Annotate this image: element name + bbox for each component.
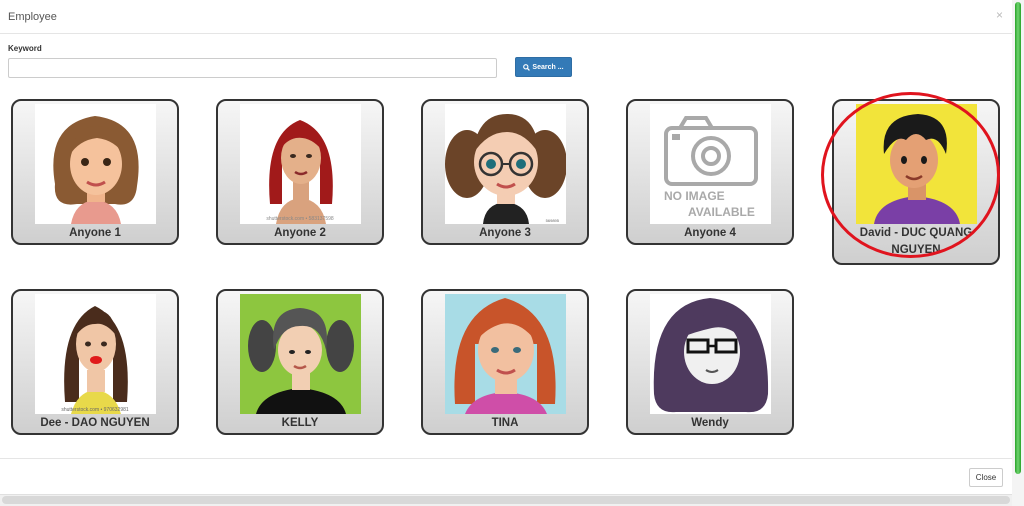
employee-card-kelly[interactable]: KELLY (216, 289, 384, 435)
avatar-photo: NO IMAGE AVAILABLE (650, 104, 771, 224)
avatar-photo: shutterstock.com • 583137598 (240, 104, 361, 224)
employee-card-anyone-2[interactable]: shutterstock.com • 583137598 Anyone 2 (216, 99, 384, 245)
horizontal-scrollbar-thumb[interactable] (2, 496, 1010, 504)
no-image-text-2: AVAILABLE (688, 205, 755, 219)
employee-card-wendy[interactable]: Wendy (626, 289, 794, 435)
search-icon (523, 63, 531, 71)
employee-name: Anyone 1 (69, 227, 121, 239)
keyword-input[interactable] (8, 58, 497, 78)
no-image-text: NO IMAGE (664, 189, 725, 203)
photo-watermark: 569895 (546, 218, 560, 223)
employee-name: Anyone 2 (274, 227, 326, 239)
dialog-close-x[interactable]: × (996, 8, 1003, 22)
photo-watermark: shutterstock.com • 970632981 (61, 407, 129, 413)
employee-card-david[interactable]: David - DUC QUANG NGUYEN (832, 99, 1000, 265)
employee-dialog: Employee × Keyword Search ... Anyone 1 s… (0, 0, 1012, 506)
search-button-label: Search ... (532, 63, 564, 71)
employee-name: Dee - DAO NGUYEN (40, 417, 150, 429)
employee-card-anyone-4[interactable]: NO IMAGE AVAILABLE Anyone 4 (626, 99, 794, 245)
dialog-header: Employee × (0, 0, 1012, 34)
avatar-photo (35, 104, 156, 224)
employee-name: KELLY (281, 417, 319, 429)
dialog-title: Employee (8, 11, 57, 23)
employee-card-anyone-1[interactable]: Anyone 1 (11, 99, 179, 245)
keyword-label: Keyword (8, 44, 42, 53)
employee-card-anyone-3[interactable]: 569895 Anyone 3 (421, 99, 589, 245)
employee-name-line-2: NGUYEN (891, 244, 941, 256)
employee-card-tina[interactable]: TINA (421, 289, 589, 435)
search-button[interactable]: Search ... (515, 57, 572, 77)
avatar-photo (445, 294, 566, 414)
avatar-photo: shutterstock.com • 970632981 (35, 294, 156, 414)
employee-name: TINA (491, 417, 519, 429)
employee-name-line-1: David - DUC QUANG (859, 227, 973, 239)
employee-name: David - DUC QUANG NGUYEN (834, 225, 998, 259)
employee-name: Anyone 4 (684, 227, 736, 239)
avatar-photo (240, 294, 361, 414)
dialog-footer (0, 458, 1012, 492)
avatar-photo: 569895 (445, 104, 566, 224)
employee-name: Anyone 3 (479, 227, 531, 239)
avatar-photo (650, 294, 771, 414)
employee-card-dee[interactable]: shutterstock.com • 970632981 Dee - DAO N… (11, 289, 179, 435)
photo-watermark: shutterstock.com • 583137598 (266, 216, 334, 222)
vertical-scrollbar-thumb[interactable] (1015, 2, 1021, 474)
avatar-photo (856, 104, 977, 224)
close-button[interactable]: Close (969, 468, 1003, 487)
employee-name: Wendy (691, 417, 729, 429)
